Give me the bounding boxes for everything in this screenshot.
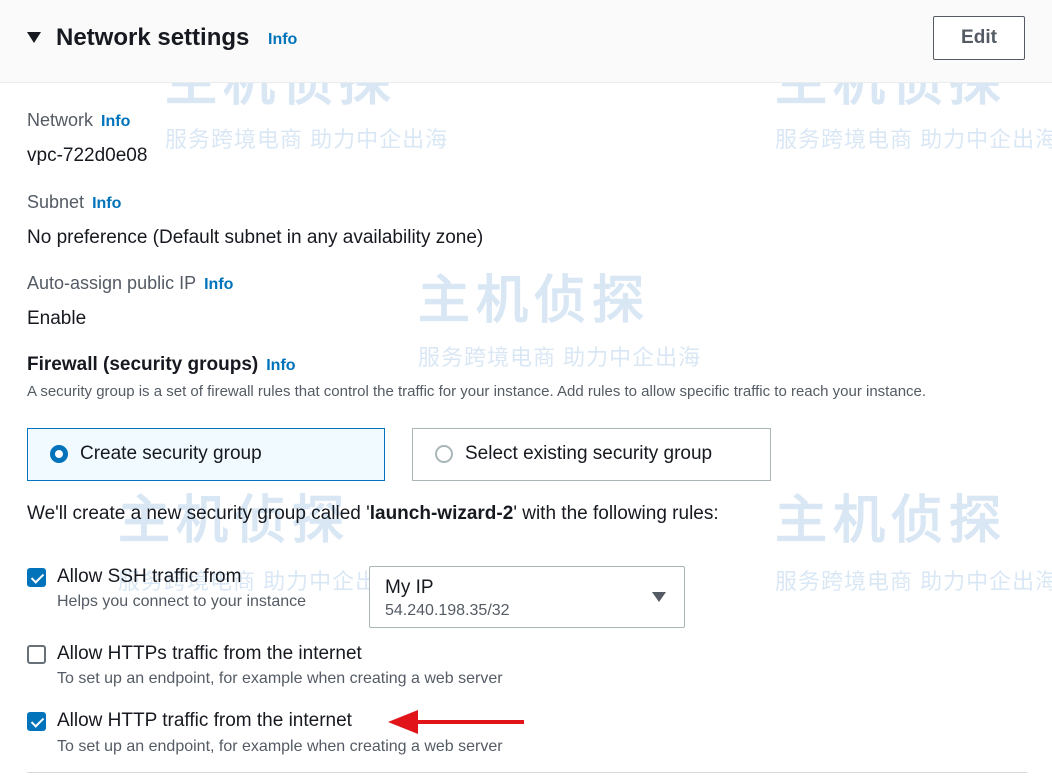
firewall-title: Firewall (security groups) Info xyxy=(27,354,296,376)
watermark-subtext: 服务跨境电商 助力中企出海 xyxy=(165,127,449,152)
info-link[interactable]: Info xyxy=(92,195,121,212)
section-header: Network settings Info Edit xyxy=(0,0,1052,83)
allow-http-checkbox[interactable] xyxy=(27,712,46,731)
network-label: Network Info xyxy=(27,110,130,131)
edit-button[interactable]: Edit xyxy=(933,16,1025,60)
radio-unselected-icon[interactable] xyxy=(435,445,453,463)
public-ip-label-text: Auto-assign public IP xyxy=(27,273,197,293)
subnet-label-text: Subnet xyxy=(27,192,85,212)
info-link[interactable]: Info xyxy=(268,31,297,49)
radio-label: Create security group xyxy=(80,443,262,464)
allow-https-label: Allow HTTPs traffic from the internet xyxy=(57,643,362,664)
create-security-group-option[interactable]: Create security group xyxy=(27,428,385,481)
divider xyxy=(27,772,1027,773)
watermark-subtext: 服务跨境电商 助力中企出海 xyxy=(775,127,1052,152)
subnet-value: No preference (Default subnet in any ava… xyxy=(27,227,484,248)
ssh-source-value: My IP xyxy=(385,577,434,598)
allow-https-checkbox[interactable] xyxy=(27,645,46,664)
select-existing-security-group-option[interactable]: Select existing security group xyxy=(412,428,771,481)
watermark-subtext: 服务跨境电商 助力中企出海 xyxy=(775,569,1052,594)
network-value: vpc-722d0e08 xyxy=(27,145,148,166)
watermark-text: 主机侦探 xyxy=(775,492,1008,550)
security-group-name: launch-wizard-2 xyxy=(369,503,514,524)
subnet-label: Subnet Info xyxy=(27,192,121,213)
ssh-source-detail: 54.240.198.35/32 xyxy=(385,602,510,619)
allow-http-description: To set up an endpoint, for example when … xyxy=(57,738,503,755)
section-title: Network settings xyxy=(56,24,250,51)
firewall-description: A security group is a set of firewall ru… xyxy=(27,383,927,400)
chevron-down-icon xyxy=(652,592,666,602)
info-link[interactable]: Info xyxy=(266,357,295,374)
firewall-title-text: Firewall (security groups) xyxy=(27,354,259,375)
ssh-source-select[interactable]: My IP 54.240.198.35/32 xyxy=(369,566,685,628)
info-link[interactable]: Info xyxy=(101,113,130,130)
rules-intro: We'll create a new security group called… xyxy=(27,503,719,525)
radio-selected-icon[interactable] xyxy=(50,445,68,463)
radio-label: Select existing security group xyxy=(465,443,713,464)
watermark-text: 主机侦探 xyxy=(418,272,651,330)
allow-ssh-checkbox[interactable] xyxy=(27,568,46,587)
watermark-subtext: 服务跨境电商 助力中企出海 xyxy=(418,345,702,370)
rules-intro-suffix: ' with the following rules: xyxy=(513,503,719,524)
public-ip-label: Auto-assign public IP Info xyxy=(27,273,233,294)
allow-http-label: Allow HTTP traffic from the internet xyxy=(57,710,352,731)
allow-https-description: To set up an endpoint, for example when … xyxy=(57,670,503,687)
annotation-arrow-icon xyxy=(388,710,524,734)
info-link[interactable]: Info xyxy=(204,276,233,293)
collapse-caret-icon[interactable] xyxy=(27,32,41,43)
allow-ssh-label: Allow SSH traffic from xyxy=(57,566,242,587)
public-ip-value: Enable xyxy=(27,308,87,329)
rules-intro-prefix: We'll create a new security group called… xyxy=(27,503,370,524)
allow-ssh-description: Helps you connect to your instance xyxy=(57,593,307,610)
network-label-text: Network xyxy=(27,110,94,130)
